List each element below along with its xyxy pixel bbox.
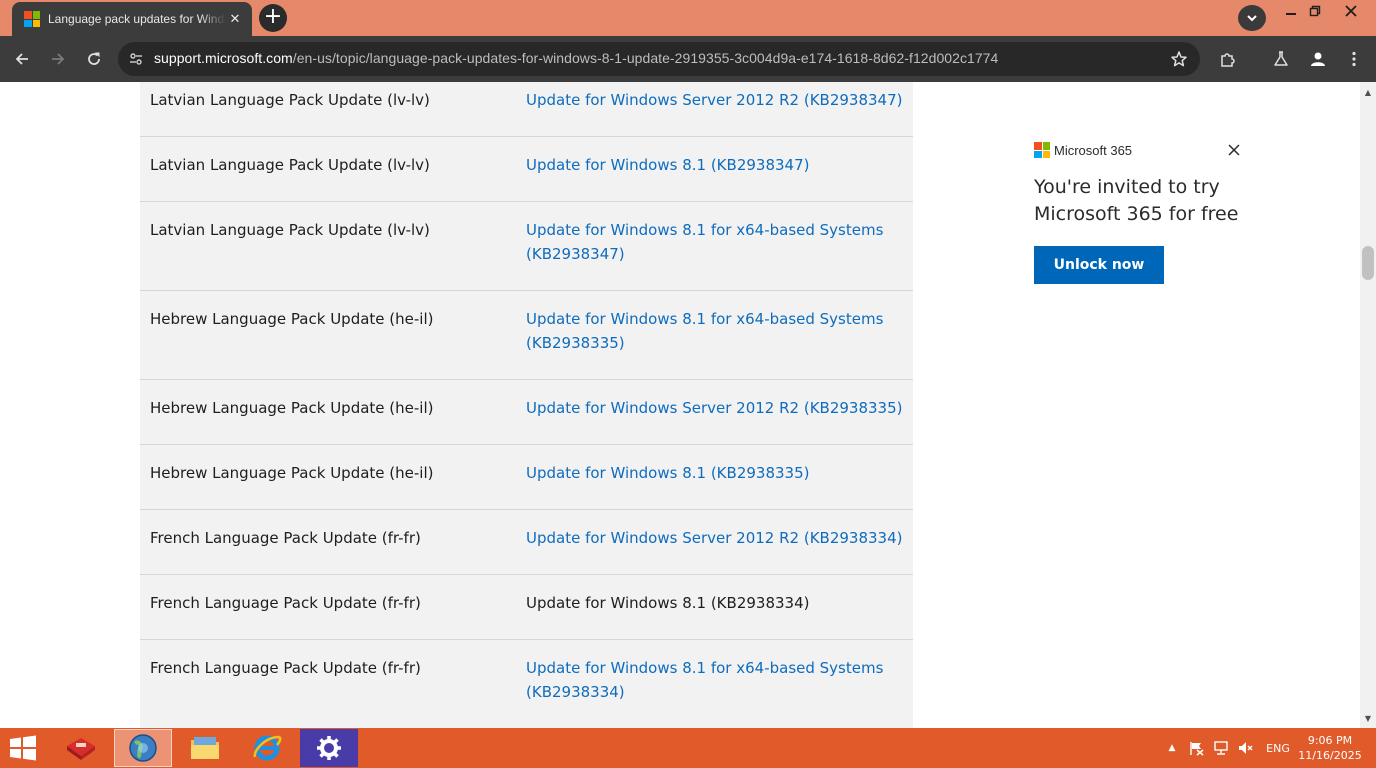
- page-scrollbar[interactable]: ▲ ▼: [1360, 82, 1376, 728]
- taskbar-app-internet-explorer[interactable]: [238, 729, 296, 767]
- gear-icon: [317, 736, 341, 760]
- update-link[interactable]: Update for Windows 8.1 for x64-based Sys…: [516, 202, 913, 290]
- bookmark-star-icon[interactable]: [1170, 50, 1188, 68]
- scroll-down-arrow-icon[interactable]: ▼: [1360, 710, 1376, 726]
- language-cell: Hebrew Language Pack Update (he-il): [150, 310, 434, 328]
- language-pack-table: Latvian Language Pack Update (lv-lv) Upd…: [140, 82, 913, 728]
- scrollbar-thumb[interactable]: [1362, 246, 1374, 280]
- language-cell: French Language Pack Update (fr-fr): [150, 659, 421, 677]
- browser-globe-icon: [129, 734, 157, 762]
- menu-button[interactable]: [1343, 48, 1365, 70]
- tab-search-button[interactable]: [1238, 5, 1266, 31]
- clock-date: 11/16/2025: [1298, 749, 1362, 762]
- url-text[interactable]: support.microsoft.com/en-us/topic/langua…: [154, 50, 998, 66]
- flag-icon: [1190, 742, 1204, 756]
- arrow-right-icon: [52, 53, 65, 65]
- internet-explorer-icon: [253, 735, 282, 761]
- language-cell: French Language Pack Update (fr-fr): [150, 529, 421, 547]
- update-link[interactable]: Update for Windows 8.1 for x64-based Sys…: [516, 640, 913, 728]
- url-host: support.microsoft.com: [154, 50, 293, 66]
- table-row: French Language Pack Update (fr-fr) Upda…: [140, 575, 913, 640]
- profile-button[interactable]: [1307, 48, 1329, 70]
- tab-close-icon[interactable]: ✕: [226, 10, 244, 28]
- browser-tab[interactable]: Language pack updates for Windows 8.1 Up…: [12, 2, 252, 36]
- taskbar-app-toolbox[interactable]: [52, 729, 110, 767]
- microsoft-logo-icon: [24, 11, 40, 27]
- taskbar-app-file-explorer[interactable]: [176, 729, 234, 767]
- flask-icon: [1274, 51, 1288, 66]
- back-button[interactable]: [8, 45, 36, 73]
- table-row: Hebrew Language Pack Update (he-il) Upda…: [140, 445, 913, 510]
- ad-brand: Microsoft 365: [1034, 138, 1244, 162]
- update-link[interactable]: Update for Windows 8.1 for x64-based Sys…: [516, 291, 913, 379]
- chevron-down-icon: [1247, 15, 1257, 22]
- folder-icon: [191, 737, 219, 759]
- microsoft-365-ad: Microsoft 365 You're invited to try Micr…: [1034, 138, 1244, 284]
- update-link[interactable]: Update for Windows 8.1 (KB2938335): [516, 445, 913, 509]
- language-cell: Hebrew Language Pack Update (he-il): [150, 399, 434, 417]
- ad-close-button[interactable]: [1224, 140, 1244, 160]
- close-icon: [1345, 5, 1357, 17]
- microsoft-logo-icon: [1034, 142, 1050, 158]
- table-row: Latvian Language Pack Update (lv-lv) Upd…: [140, 82, 913, 137]
- tab-strip: Language pack updates for Windows 8.1 Up…: [0, 0, 1376, 36]
- table-row: French Language Pack Update (fr-fr) Upda…: [140, 640, 913, 728]
- taskbar-app-chrome[interactable]: [114, 729, 172, 767]
- browser-toolbar: support.microsoft.com/en-us/topic/langua…: [0, 36, 1376, 82]
- more-vertical-icon: [1352, 51, 1356, 67]
- language-cell: Latvian Language Pack Update (lv-lv): [150, 221, 430, 239]
- language-cell: Latvian Language Pack Update (lv-lv): [150, 91, 430, 109]
- windows-logo-icon: [10, 735, 36, 761]
- input-language-indicator[interactable]: ENG: [1262, 728, 1294, 768]
- toolbox-icon: [67, 738, 95, 760]
- puzzle-icon: [1221, 53, 1235, 67]
- arrow-left-icon: [15, 53, 28, 65]
- tab-title: Language pack updates for Windows 8.1 Up…: [48, 12, 226, 26]
- volume-icon[interactable]: [1235, 728, 1255, 768]
- taskbar-app-settings[interactable]: [300, 729, 358, 767]
- site-settings-icon[interactable]: [128, 51, 144, 67]
- close-icon: [1228, 144, 1240, 156]
- labs-button[interactable]: [1270, 48, 1292, 70]
- speaker-muted-icon: [1239, 742, 1253, 754]
- address-bar[interactable]: support.microsoft.com/en-us/topic/langua…: [118, 42, 1200, 76]
- network-icon[interactable]: [1211, 728, 1231, 768]
- unlock-now-button[interactable]: Unlock now: [1034, 246, 1164, 284]
- table-row: Latvian Language Pack Update (lv-lv) Upd…: [140, 202, 913, 291]
- url-path: /en-us/topic/language-pack-updates-for-w…: [292, 50, 999, 66]
- table-row: French Language Pack Update (fr-fr) Upda…: [140, 510, 913, 575]
- table-row: Latvian Language Pack Update (lv-lv) Upd…: [140, 137, 913, 202]
- ad-headline: You're invited to try Microsoft 365 for …: [1034, 176, 1239, 225]
- language-cell: Latvian Language Pack Update (lv-lv): [150, 156, 430, 174]
- show-hidden-icons-button[interactable]: ▲: [1164, 728, 1180, 768]
- update-text: Update for Windows 8.1 (KB2938334): [526, 594, 810, 612]
- minimize-icon: [1286, 13, 1296, 15]
- person-icon: [1311, 52, 1325, 66]
- table-row: Hebrew Language Pack Update (he-il) Upda…: [140, 291, 913, 380]
- language-cell: French Language Pack Update (fr-fr): [150, 594, 421, 612]
- web-page: Latvian Language Pack Update (lv-lv) Upd…: [0, 82, 1360, 728]
- taskbar-clock[interactable]: 9:06 PM 11/16/2025: [1294, 733, 1366, 763]
- forward-button[interactable]: [44, 45, 72, 73]
- windows-taskbar: ▲ ENG 9:06 PM 11/16/2025: [0, 728, 1376, 768]
- update-link[interactable]: Update for Windows 8.1 (KB2938347): [516, 137, 913, 201]
- restore-button[interactable]: [1298, 0, 1332, 22]
- ad-brand-label: Microsoft 365: [1054, 142, 1133, 158]
- clock-time: 9:06 PM: [1307, 734, 1353, 747]
- update-link[interactable]: Update for Windows Server 2012 R2 (KB293…: [516, 380, 913, 444]
- action-center-icon[interactable]: [1186, 728, 1206, 768]
- restore-icon: [1309, 5, 1321, 17]
- new-tab-button[interactable]: +: [259, 4, 287, 32]
- scroll-up-arrow-icon[interactable]: ▲: [1360, 84, 1376, 100]
- update-link[interactable]: Update for Windows Server 2012 R2 (KB293…: [516, 82, 913, 136]
- start-button[interactable]: [8, 735, 38, 761]
- window-close-button[interactable]: [1334, 0, 1368, 22]
- extensions-button[interactable]: [1217, 48, 1239, 70]
- reload-icon: [88, 52, 100, 65]
- update-link[interactable]: Update for Windows Server 2012 R2 (KB293…: [516, 510, 913, 574]
- table-row: Hebrew Language Pack Update (he-il) Upda…: [140, 380, 913, 445]
- language-cell: Hebrew Language Pack Update (he-il): [150, 464, 434, 482]
- network-icon-glyph: [1214, 741, 1228, 755]
- reload-button[interactable]: [80, 45, 108, 73]
